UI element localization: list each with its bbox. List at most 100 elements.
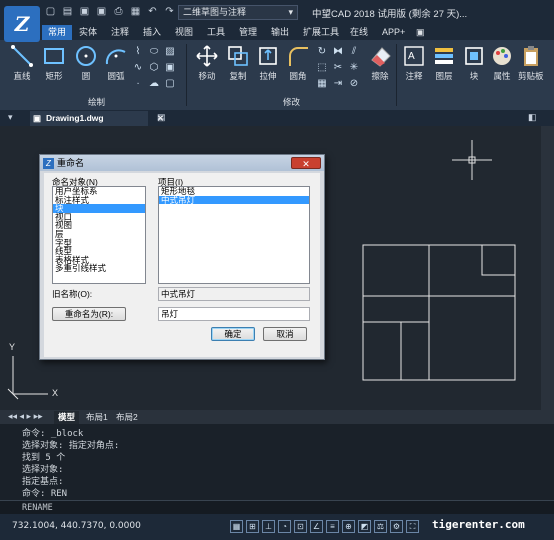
draw-group-label[interactable]: 绘制 [88,96,105,108]
vertical-scrollbar[interactable] [541,126,554,424]
svg-text:A: A [408,51,415,62]
tab-solid[interactable]: 实体 [79,25,97,40]
dialog-title: 重命名 [57,158,85,168]
annotation-button[interactable]: A 注释 [402,44,426,82]
snap-icon[interactable]: ⊞ [246,520,259,533]
list-item[interactable]: 标注样式 [53,195,145,205]
app-logo[interactable]: Z [4,6,40,42]
command-input[interactable]: RENAME [0,500,554,514]
annotation-scale-icon[interactable]: ⚖ [374,520,387,533]
fullscreen-icon[interactable]: ⛶ [406,520,419,533]
ribbon-separator [186,44,187,106]
tab-output[interactable]: 输出 [271,25,289,40]
offset-icon[interactable]: ⫽ [348,46,360,58]
tab-annotate[interactable]: 注释 [111,25,129,40]
save-icon[interactable]: ▣ [78,5,91,18]
trim-icon[interactable]: ✂ [332,62,344,74]
tab-app-plus[interactable]: APP+ [382,25,405,40]
spline-icon[interactable]: ∿ [132,62,144,74]
new-tab-icon[interactable]: ▤ [157,112,166,123]
lineweight-icon[interactable]: ≡ [326,520,339,533]
polar-icon[interactable]: ◔ [278,520,291,533]
properties-button-label: 属性 [493,71,511,81]
stretch-button[interactable]: 拉伸 [256,44,280,82]
layers-icon [435,48,453,64]
workspace-switch-icon[interactable]: ⚙ [390,520,403,533]
ribbon-separator [396,44,397,106]
arc-button[interactable]: 圆弧 [104,44,128,82]
layout-nav-icon[interactable]: ◂◂ ◂ ▸ ▸▸ [8,411,43,422]
new-name-field[interactable]: 吊灯 [158,307,310,321]
region-icon[interactable]: ▣ [164,62,176,74]
model-space-icon[interactable]: ◩ [358,520,371,533]
fillet-button[interactable]: 圆角 [286,44,310,82]
osnap-icon[interactable]: ⊡ [294,520,307,533]
plot-icon[interactable]: ▦ [129,5,142,18]
break-icon[interactable]: ⊘ [348,78,360,90]
extend-icon[interactable]: ⇥ [332,78,344,90]
modify-group-label[interactable]: 修改 [283,96,300,108]
block-drawing[interactable] [362,244,516,381]
tab-layout1[interactable]: 布局1 [86,411,108,424]
move-button[interactable]: 移动 [195,44,219,82]
rectangle-button[interactable]: 矩形 [42,44,66,82]
new-file-icon[interactable]: ▢ [44,5,57,18]
tab-model[interactable]: 模型 [54,411,80,424]
boundary-icon[interactable]: ▢ [164,78,176,90]
point-icon[interactable]: ∙ [132,78,144,90]
grid-icon[interactable]: ▦ [230,520,243,533]
undo-icon[interactable]: ↶ [146,5,159,18]
items-list[interactable]: 矩形地毯 中式吊灯 [158,186,310,284]
list-item[interactable]: 视图 [53,221,145,230]
line-icon [11,45,33,67]
document-tab[interactable]: ▣ Drawing1.dwg ✕ [30,111,164,126]
named-objects-list[interactable]: 用户坐标系 标注样式 块 视口 视图 层 字型 线型 表格样式 多重引线样式 [52,186,146,284]
otrack-icon[interactable]: ∠ [310,520,323,533]
tab-online[interactable]: 在线 [350,25,368,40]
mirror-icon[interactable]: ⧓ [332,46,344,58]
ellipse-icon[interactable]: ⬭ [148,46,160,58]
erase-button[interactable]: 擦除 [368,44,392,82]
tab-extensions[interactable]: 扩展工具 [303,25,339,40]
tab-tools[interactable]: 工具 [207,25,225,40]
tab-menu-icon[interactable]: ▾ [8,112,13,123]
ortho-icon[interactable]: ⊥ [262,520,275,533]
open-folder-icon[interactable]: ▤ [61,5,74,18]
circle-button[interactable]: 圆 [74,44,98,82]
tab-layout2[interactable]: 布局2 [116,411,138,424]
hatch-icon[interactable]: ▨ [164,46,176,58]
dyn-icon[interactable]: ⊕ [342,520,355,533]
ok-button[interactable]: 确定 [211,327,255,341]
tab-insert[interactable]: 插入 [143,25,161,40]
save-as-icon[interactable]: ▣ [95,5,108,18]
properties-button[interactable]: 属性 [490,44,514,82]
redo-icon[interactable]: ↷ [163,5,176,18]
cancel-button[interactable]: 取消 [263,327,307,341]
polyline-icon[interactable]: ⌇ [132,46,144,58]
layers-button[interactable]: 图层 [432,44,456,82]
line-button[interactable]: 直线 [10,44,34,82]
tab-manage[interactable]: 管理 [239,25,257,40]
workspace-select[interactable]: 二维草图与注释 ▾ [178,5,298,20]
document-tab-label: Drawing1.dwg [46,113,104,123]
clipboard-button[interactable]: 剪贴板 [518,44,544,82]
array-icon[interactable]: ▦ [316,78,328,90]
ribbon-toggle-icon[interactable]: ▣ [416,25,425,40]
tab-scroll-icon[interactable]: ◧ [528,112,537,123]
copy-button[interactable]: 复制 [226,44,250,82]
block-button[interactable]: 块 [462,44,486,82]
command-history-line: 命令: REN [22,489,68,499]
tab-home[interactable]: 常用 [42,25,73,40]
tab-view[interactable]: 视图 [175,25,193,40]
scale-icon[interactable]: ⬚ [316,62,328,74]
list-item[interactable]: 多重引线样式 [53,264,145,273]
print-icon[interactable]: ⎙ [112,5,125,18]
rename-to-button[interactable]: 重命名为(R): [52,307,126,321]
list-item-selected[interactable]: 中式吊灯 [159,195,309,205]
rotate-icon[interactable]: ↻ [316,46,328,58]
explode-icon[interactable]: ✳ [348,62,360,74]
revcloud-icon[interactable]: ☁ [148,78,160,90]
move-button-label: 移动 [198,71,216,81]
polygon-icon[interactable]: ⬡ [148,62,160,74]
dialog-close-button[interactable]: ✕ [291,157,321,169]
